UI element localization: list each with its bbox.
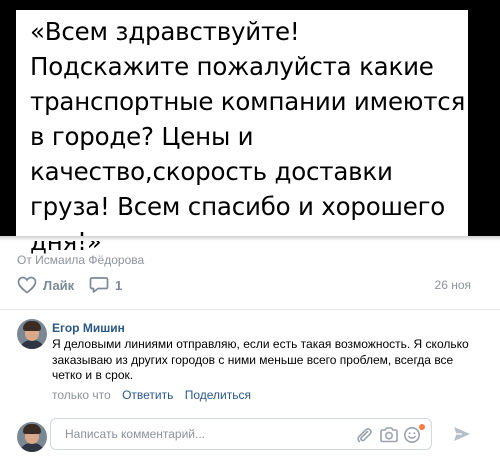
- post-image[interactable]: «Всем здравствуйте! Подскажите пожалуйст…: [0, 0, 500, 256]
- comment-composer: [50, 418, 432, 450]
- emoji-notification-dot: [419, 424, 425, 430]
- heart-icon: [17, 276, 43, 294]
- comment-bubble-icon: [89, 276, 115, 294]
- comment-text: Я деловыми линиями отправляю, если есть …: [52, 337, 469, 382]
- post-date[interactable]: 26 ноя: [435, 278, 471, 292]
- like-button[interactable]: Лайк: [17, 276, 74, 294]
- paperclip-icon[interactable]: [355, 426, 373, 449]
- comment-count: 1: [115, 277, 123, 293]
- emoji-icon[interactable]: [403, 424, 425, 449]
- post-actions: Лайк 1 26 ноя: [17, 276, 477, 296]
- reply-link[interactable]: Ответить: [122, 388, 173, 402]
- image-card: «Всем здравствуйте! Подскажите пожалуйст…: [16, 10, 468, 256]
- camera-icon[interactable]: [379, 426, 399, 449]
- share-link[interactable]: Поделиться: [185, 388, 251, 402]
- like-label: Лайк: [43, 277, 75, 293]
- comment-input[interactable]: [63, 426, 347, 442]
- avatar[interactable]: [17, 319, 47, 349]
- comment-author[interactable]: Егор Мишин: [52, 321, 125, 335]
- comment-time[interactable]: только что: [52, 388, 111, 402]
- image-shadow: [0, 236, 500, 241]
- image-quote-text: «Всем здравствуйте! Подскажите пожалуйст…: [30, 17, 466, 256]
- post-author-line[interactable]: От Исмаила Фёдорова: [17, 253, 144, 267]
- comment-meta: только что Ответить Поделиться: [52, 388, 251, 402]
- divider: [0, 309, 500, 310]
- comment-button[interactable]: 1: [89, 276, 122, 294]
- send-icon[interactable]: [452, 424, 472, 449]
- image-frame: «Всем здравствуйте! Подскажите пожалуйст…: [0, 0, 500, 256]
- composer-avatar: [17, 422, 47, 452]
